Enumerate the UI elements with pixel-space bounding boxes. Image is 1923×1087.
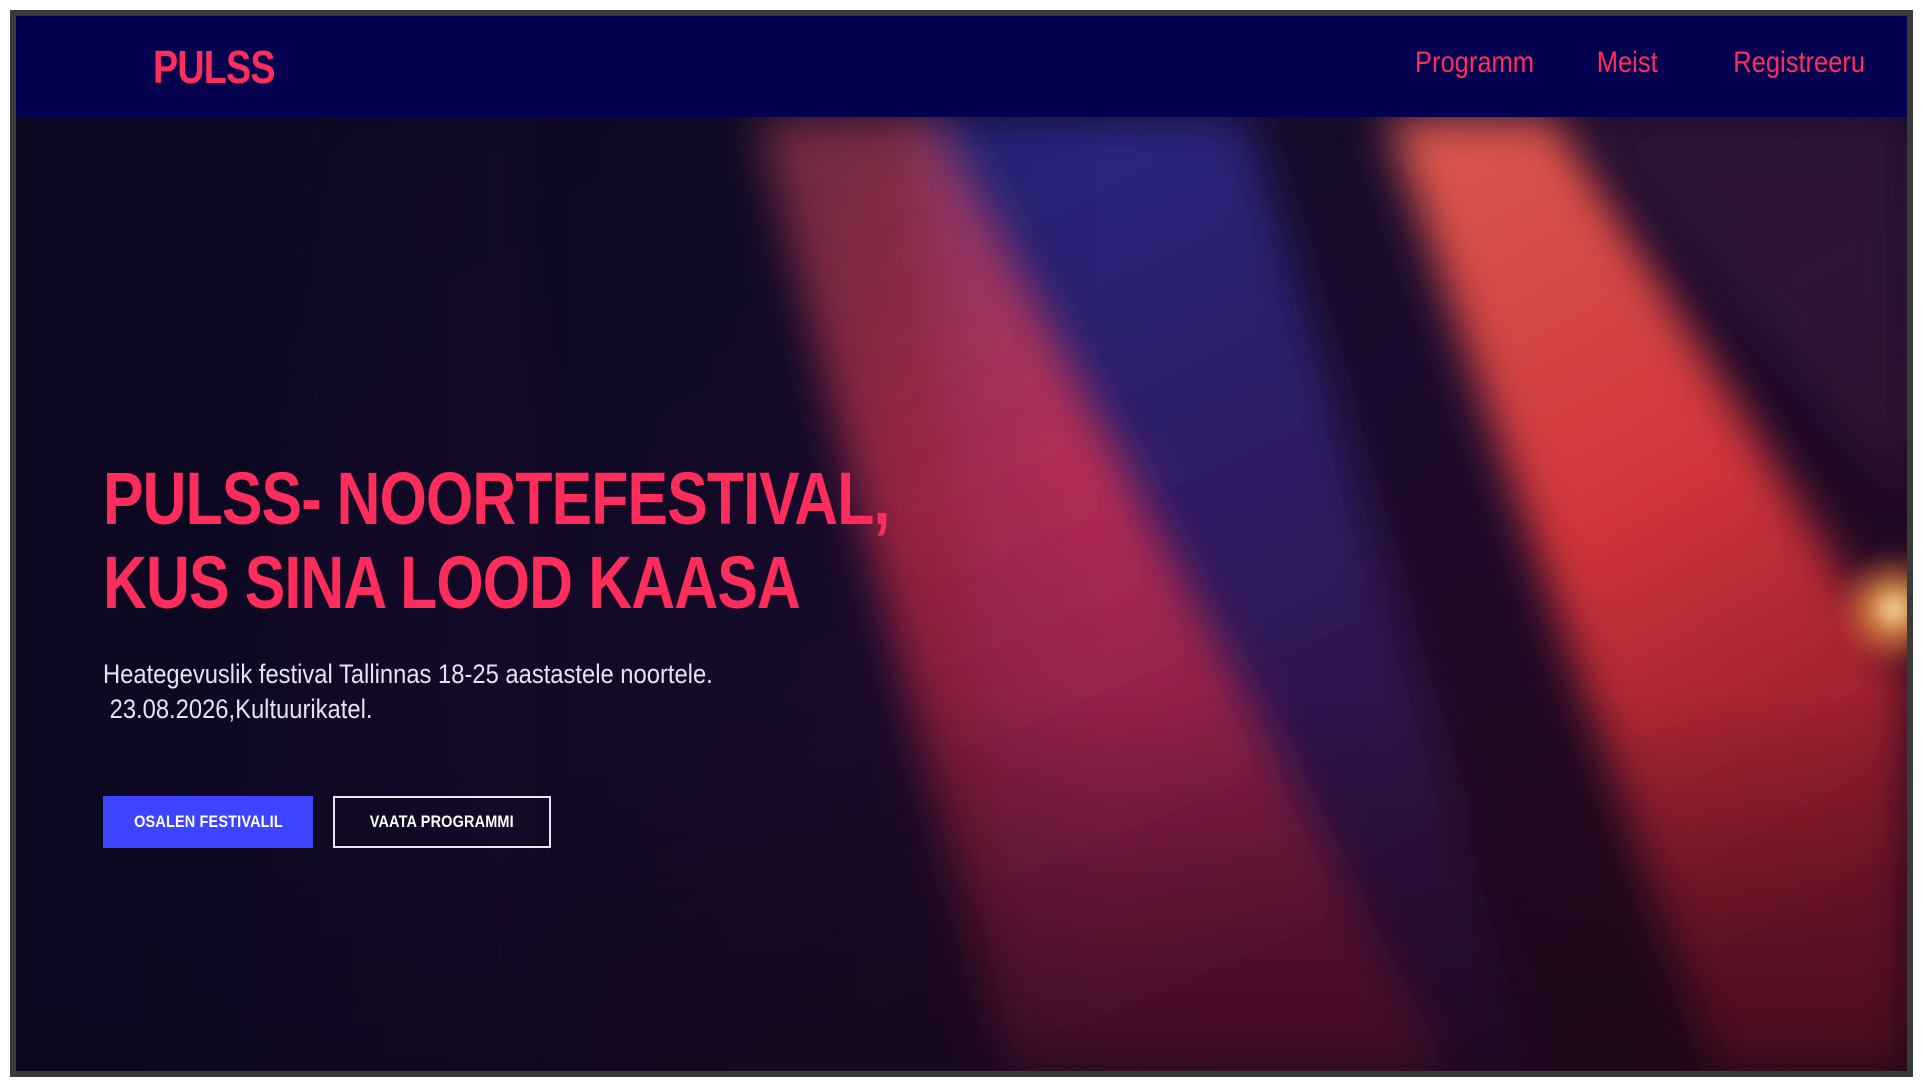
hero-description-line-1: Heategevuslik festival Tallinnas 18-25 a… (103, 659, 713, 689)
hero-description-line-2: 23.08.2026,Kultuurikatel. (103, 694, 373, 724)
page: PULSS Programm Meist Registreeru PULSS- … (16, 16, 1907, 1071)
nav-link-meist[interactable]: Meist (1597, 46, 1658, 80)
hero-content: PULSS- NOORTEFESTIVAL, KUS SINA LOOD KAA… (103, 457, 1143, 727)
hero-title: PULSS- NOORTEFESTIVAL, KUS SINA LOOD KAA… (103, 457, 890, 624)
logo[interactable]: PULSS (153, 40, 275, 94)
hero-section: PULSS- NOORTEFESTIVAL, KUS SINA LOOD KAA… (16, 117, 1907, 1071)
navbar: PULSS Programm Meist Registreeru (16, 16, 1907, 117)
hero-buttons: Osalen festivalil Vaata Programmi (103, 796, 551, 848)
hero-description: Heategevuslik festival Tallinnas 18-25 a… (103, 657, 807, 727)
join-festival-button[interactable]: Osalen festivalil (103, 796, 313, 848)
join-festival-button-label: Osalen festivalil (133, 812, 283, 831)
view-program-button-label: Vaata Programmi (369, 812, 515, 831)
view-program-button[interactable]: Vaata Programmi (333, 796, 551, 848)
browser-frame: PULSS Programm Meist Registreeru PULSS- … (10, 10, 1913, 1077)
nav-link-registreeru[interactable]: Registreeru (1733, 46, 1865, 80)
nav-link-programm[interactable]: Programm (1415, 46, 1534, 80)
nav-links: Programm Meist Registreeru (1394, 46, 1865, 80)
